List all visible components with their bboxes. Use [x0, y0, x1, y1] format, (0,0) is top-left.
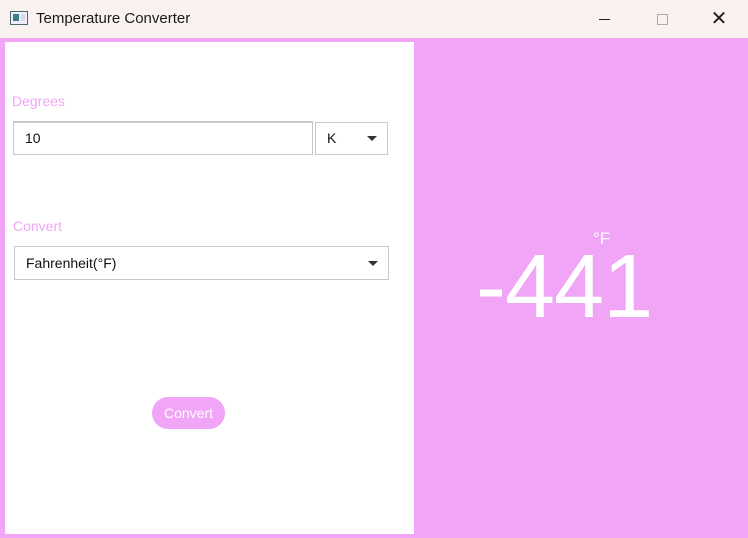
- close-button[interactable]: ✕: [690, 0, 748, 38]
- source-unit-value: K: [327, 130, 337, 146]
- close-icon: ✕: [710, 8, 728, 30]
- target-unit-dropdown[interactable]: Fahrenheit(°F): [14, 246, 389, 280]
- result-value: -441: [476, 237, 653, 337]
- degrees-label: Degrees: [12, 93, 65, 109]
- target-unit-value: Fahrenheit(°F): [26, 255, 117, 271]
- chevron-down-icon: [367, 136, 377, 141]
- input-panel: Degrees 10 K Convert Fahrenheit(°F) Conv…: [5, 42, 414, 534]
- maximize-button[interactable]: [633, 0, 691, 38]
- minimize-button[interactable]: [575, 0, 633, 38]
- maximize-icon: [656, 13, 668, 25]
- convert-button[interactable]: Convert: [152, 397, 225, 429]
- app-window-icon: [10, 11, 28, 25]
- source-unit-dropdown[interactable]: K: [315, 122, 388, 155]
- convert-label: Convert: [13, 218, 63, 234]
- degrees-input[interactable]: 10: [13, 121, 313, 155]
- chevron-down-icon: [368, 261, 378, 266]
- window-title: Temperature Converter: [36, 10, 191, 27]
- minimize-icon: [598, 18, 610, 20]
- title-bar: Temperature Converter ✕: [0, 0, 748, 38]
